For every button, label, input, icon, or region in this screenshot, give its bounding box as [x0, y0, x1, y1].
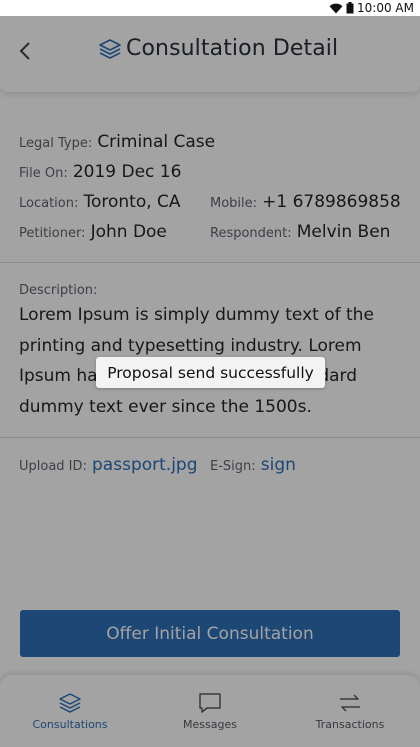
battery-icon — [346, 2, 354, 14]
toast-message: Proposal send successfully — [96, 357, 325, 388]
wifi-icon — [329, 3, 343, 14]
status-time: 10:00 AM — [357, 1, 414, 15]
status-bar: 10:00 AM — [0, 0, 420, 16]
